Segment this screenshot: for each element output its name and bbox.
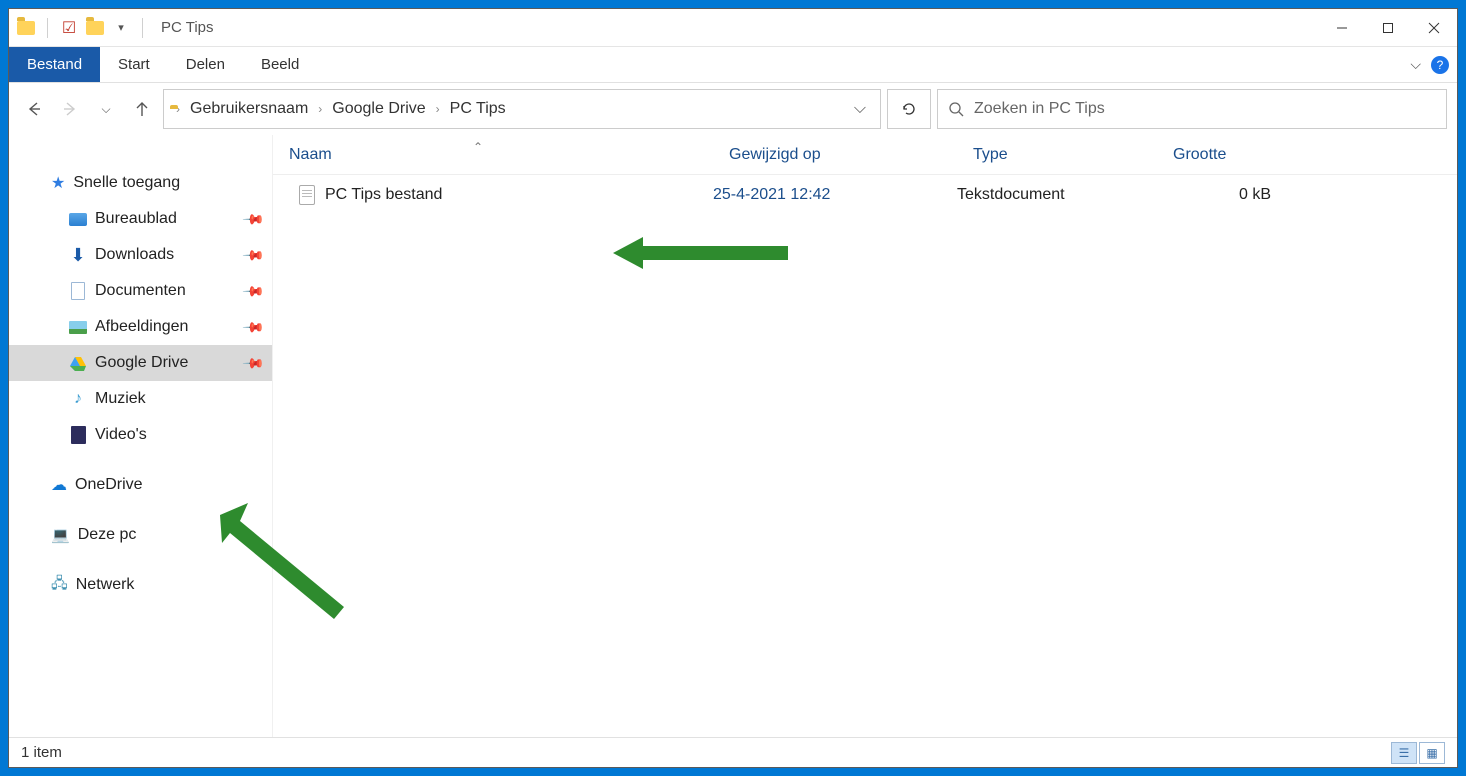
star-icon: ★ [51,173,65,193]
body: ★ Snelle toegang Bureaublad 📌 ⬇ Download… [9,135,1457,737]
separator [47,18,48,38]
sidebar-item-label: Netwerk [76,576,135,594]
cloud-icon: ☁ [51,475,67,495]
chevron-right-icon[interactable]: › [434,102,442,116]
column-type[interactable]: Type [957,146,1157,164]
history-dropdown-icon[interactable]: ⌵ [91,94,121,124]
view-icons-button[interactable]: ▦ [1419,742,1445,764]
search-placeholder: Zoeken in PC Tips [974,100,1105,118]
view-details-button[interactable]: ☰ [1391,742,1417,764]
file-name: PC Tips bestand [325,186,442,204]
network-icon: 🖧 [51,573,68,598]
sidebar-item-label: Muziek [95,390,146,408]
column-size[interactable]: Grootte [1157,146,1287,164]
search-icon [948,101,964,117]
pin-icon: 📌 [241,207,265,231]
text-file-icon [299,185,315,205]
video-icon [69,426,87,444]
tab-view[interactable]: Beeld [243,47,317,82]
pin-icon: 📌 [241,315,265,339]
address-dropdown-icon[interactable]: ⌵ [846,100,874,118]
sidebar-quick-access[interactable]: ★ Snelle toegang [9,165,272,201]
minimize-button[interactable] [1319,9,1365,47]
sidebar-onedrive[interactable]: ☁ OneDrive [9,467,272,503]
sidebar-item-label: Google Drive [95,354,188,372]
column-headers: Naam ⌃ Gewijzigd op Type Grootte [273,135,1457,175]
sidebar-item-label: Video's [95,426,147,444]
sidebar-item-label: OneDrive [75,476,143,494]
status-item-count: 1 item [21,744,62,761]
separator [142,18,143,38]
column-name[interactable]: Naam ⌃ [273,146,713,164]
nav-pane: ★ Snelle toegang Bureaublad 📌 ⬇ Download… [9,135,273,737]
file-modified: 25-4-2021 12:42 [713,186,957,204]
sidebar-item-videos[interactable]: Video's [9,417,272,453]
address-bar[interactable]: › Gebruikersnaam › Google Drive › PC Tip… [163,89,881,129]
file-size: 0 kB [1157,186,1287,204]
sidebar-item-label: Documenten [95,282,186,300]
file-list-pane: Naam ⌃ Gewijzigd op Type Grootte PC Tips… [273,135,1457,737]
nav-row: ⌵ › Gebruikersnaam › Google Drive › PC T… [9,83,1457,135]
download-icon: ⬇ [69,246,87,264]
picture-icon [69,318,87,336]
pin-icon: 📌 [241,351,265,375]
desktop-icon [69,210,87,228]
sidebar-network[interactable]: 🖧 Netwerk [9,567,272,603]
sort-caret-icon: ⌃ [473,140,483,154]
document-icon [69,282,87,300]
ribbon-collapse-icon[interactable]: ⌵ [1410,56,1421,73]
ribbon-tabs: Bestand Start Delen Beeld ⌵ ? [9,47,1457,83]
forward-button[interactable] [55,94,85,124]
status-bar: 1 item ☰ ▦ [9,737,1457,767]
qat-dropdown-icon[interactable]: ▾ [110,17,132,39]
title-bar: ☑ ▾ PC Tips [9,9,1457,47]
tab-file[interactable]: Bestand [9,47,100,82]
sidebar-item-label: Deze pc [78,526,137,544]
sidebar-item-documents[interactable]: Documenten 📌 [9,273,272,309]
up-button[interactable] [127,94,157,124]
sidebar-item-pictures[interactable]: Afbeeldingen 📌 [9,309,272,345]
window-title: PC Tips [155,19,214,36]
back-button[interactable] [19,94,49,124]
close-button[interactable] [1411,9,1457,47]
sidebar-item-label: Snelle toegang [73,174,180,192]
folder-icon [15,17,37,39]
sidebar-item-downloads[interactable]: ⬇ Downloads 📌 [9,237,272,273]
pc-icon: 💻 [51,526,70,544]
column-label: Naam [289,146,332,163]
column-modified[interactable]: Gewijzigd op [713,146,957,164]
pin-icon: 📌 [241,279,265,303]
music-icon: ♪ [69,390,87,408]
pin-icon: 📌 [241,243,265,267]
search-input[interactable]: Zoeken in PC Tips [937,89,1447,129]
tab-share[interactable]: Delen [168,47,243,82]
sidebar-item-label: Downloads [95,246,174,264]
sidebar-item-music[interactable]: ♪ Muziek [9,381,272,417]
chevron-right-icon[interactable]: › [316,102,324,116]
refresh-button[interactable] [887,89,931,129]
gdrive-icon [69,354,87,372]
sidebar-item-label: Afbeeldingen [95,318,188,336]
tab-start[interactable]: Start [100,47,168,82]
sidebar-item-label: Bureaublad [95,210,177,228]
sidebar-item-desktop[interactable]: Bureaublad 📌 [9,201,272,237]
sidebar-this-pc[interactable]: 💻 Deze pc [9,517,272,553]
sidebar-item-google-drive[interactable]: Google Drive 📌 [9,345,272,381]
properties-icon[interactable]: ☑ [58,17,80,39]
explorer-window: ☑ ▾ PC Tips Bestand Start Delen Beeld ⌵ … [8,8,1458,768]
breadcrumb-segment[interactable]: Google Drive [328,98,429,120]
file-row[interactable]: PC Tips bestand 25-4-2021 12:42 Tekstdoc… [273,175,1457,215]
breadcrumb-segment[interactable]: PC Tips [446,98,510,120]
file-type: Tekstdocument [957,186,1157,204]
help-icon[interactable]: ? [1431,56,1449,74]
breadcrumb-segment[interactable]: Gebruikersnaam [186,98,312,120]
maximize-button[interactable] [1365,9,1411,47]
newfolder-icon[interactable] [84,17,106,39]
